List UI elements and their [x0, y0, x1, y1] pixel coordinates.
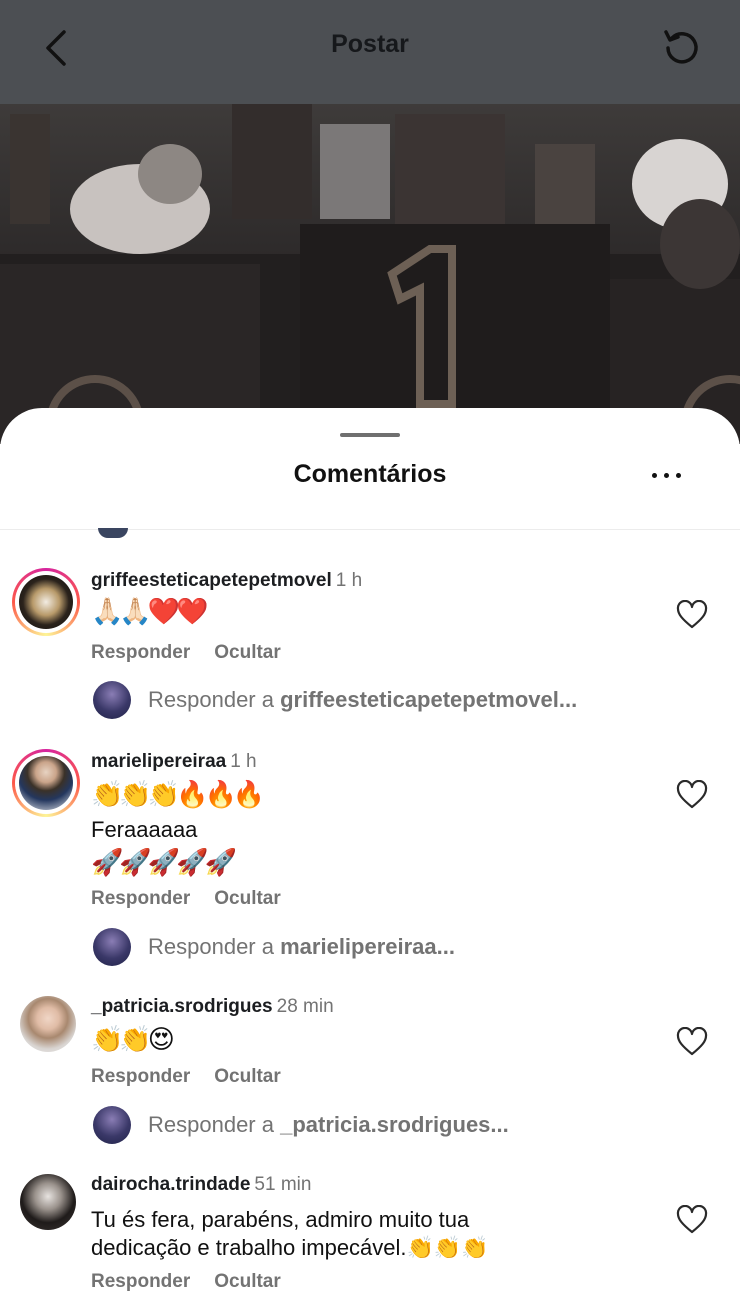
avatar[interactable] [12, 568, 80, 636]
refresh-button[interactable] [658, 26, 704, 70]
avatar-image [19, 575, 73, 629]
comment-actions: Responder Ocultar [91, 642, 281, 664]
comment-username[interactable]: _patricia.srodrigues 28 min [91, 996, 334, 1018]
more-options-button[interactable] [650, 466, 684, 486]
reply-placeholder: Responder a griffeesteticapetepetmovel..… [148, 687, 577, 713]
hide-button[interactable]: Ocultar [214, 1271, 281, 1292]
top-bar: Postar [0, 0, 740, 104]
comment-username[interactable]: dairocha.trindade 51 min [91, 1174, 311, 1196]
comment-text: Tu és fera, parabéns, admiro muito tua [91, 1207, 470, 1232]
more-dot [664, 473, 669, 478]
comment-text: 👏👏😍 [91, 1024, 175, 1054]
comment-item: griffeesteticapetepetmovel 1 h 🙏🏻🙏🏻❤️❤️ R… [0, 568, 740, 738]
reply-target: griffeesteticapetepetmovel... [280, 687, 578, 712]
reply-placeholder: Responder a marielipereiraa... [148, 934, 455, 960]
avatar-image [19, 756, 73, 810]
heart-icon[interactable] [676, 780, 708, 810]
drag-handle[interactable] [340, 433, 400, 437]
avatar[interactable] [20, 996, 76, 1052]
comment-text: 🙏🏻🙏🏻❤️❤️ [91, 596, 209, 626]
reply-target: _patricia.srodrigues... [280, 1112, 509, 1137]
comment-item: dairocha.trindade 51 min Tu és fera, para… [0, 1174, 740, 1304]
comment-actions: Responder Ocultar [91, 1066, 281, 1088]
reply-target: marielipereiraa... [280, 934, 455, 959]
comment-time: 51 min [254, 1174, 312, 1195]
hide-button[interactable]: Ocultar [214, 642, 281, 663]
reply-input[interactable]: Responder a marielipereiraa... [93, 928, 713, 968]
avatar[interactable] [20, 1174, 76, 1230]
reply-input[interactable]: Responder a griffeesteticapetepetmovel..… [93, 681, 713, 721]
avatar[interactable] [12, 749, 80, 817]
comment-text: Feraaaaaa [91, 817, 198, 842]
previous-avatar-edge [98, 528, 128, 538]
username-text: marielipereiraa [91, 751, 227, 772]
comment-time: 1 h [335, 570, 363, 591]
reply-prefix: Responder a [148, 687, 274, 712]
refresh-icon [664, 30, 698, 64]
reply-input[interactable]: Responder a _patricia.srodrigues... [93, 1106, 713, 1146]
page-title: Postar [331, 30, 409, 58]
username-text: _patricia.srodrigues [91, 996, 273, 1017]
reply-prefix: Responder a [148, 934, 274, 959]
comments-title: Comentários [293, 460, 447, 488]
post-photo [0, 104, 740, 444]
comment-time: 1 h [230, 751, 257, 772]
hide-button[interactable]: Ocultar [214, 1066, 281, 1087]
reply-button[interactable]: Responder [91, 1271, 190, 1292]
heart-icon[interactable] [676, 1027, 708, 1057]
my-avatar [93, 1106, 131, 1144]
comment-time: 28 min [276, 996, 334, 1017]
reply-button[interactable]: Responder [91, 888, 190, 909]
comment-username[interactable]: marielipereiraa 1 h [91, 751, 257, 773]
comment-text: dedicação e trabalho impecável.👏👏👏 [91, 1235, 489, 1260]
more-horizontal-icon [652, 473, 657, 478]
username-text: griffeesteticapetepetmovel [91, 570, 332, 591]
hide-button[interactable]: Ocultar [214, 888, 281, 909]
comment-text: 🚀🚀🚀🚀🚀 [91, 847, 237, 877]
comment-actions: Responder Ocultar [91, 888, 281, 910]
my-avatar [93, 928, 131, 966]
comment-item: marielipereiraa 1 h 👏👏👏🔥🔥🔥 Feraaaaaa 🚀🚀🚀🚀… [0, 749, 740, 979]
reply-button[interactable]: Responder [91, 1066, 190, 1087]
reply-button[interactable]: Responder [91, 642, 190, 663]
comment-username[interactable]: griffeesteticapetepetmovel 1 h [91, 570, 362, 592]
comment-item: _patricia.srodrigues 28 min 👏👏😍 Responder… [0, 996, 740, 1156]
username-text: dairocha.trindade [91, 1174, 251, 1195]
heart-icon[interactable] [676, 600, 708, 630]
my-avatar [93, 681, 131, 719]
comment-actions: Responder Ocultar [91, 1271, 281, 1293]
reply-prefix: Responder a [148, 1112, 274, 1137]
reply-placeholder: Responder a _patricia.srodrigues... [148, 1112, 509, 1138]
comment-text: 👏👏👏🔥🔥🔥 [91, 779, 265, 809]
heart-icon[interactable] [676, 1205, 708, 1235]
more-dot [676, 473, 681, 478]
